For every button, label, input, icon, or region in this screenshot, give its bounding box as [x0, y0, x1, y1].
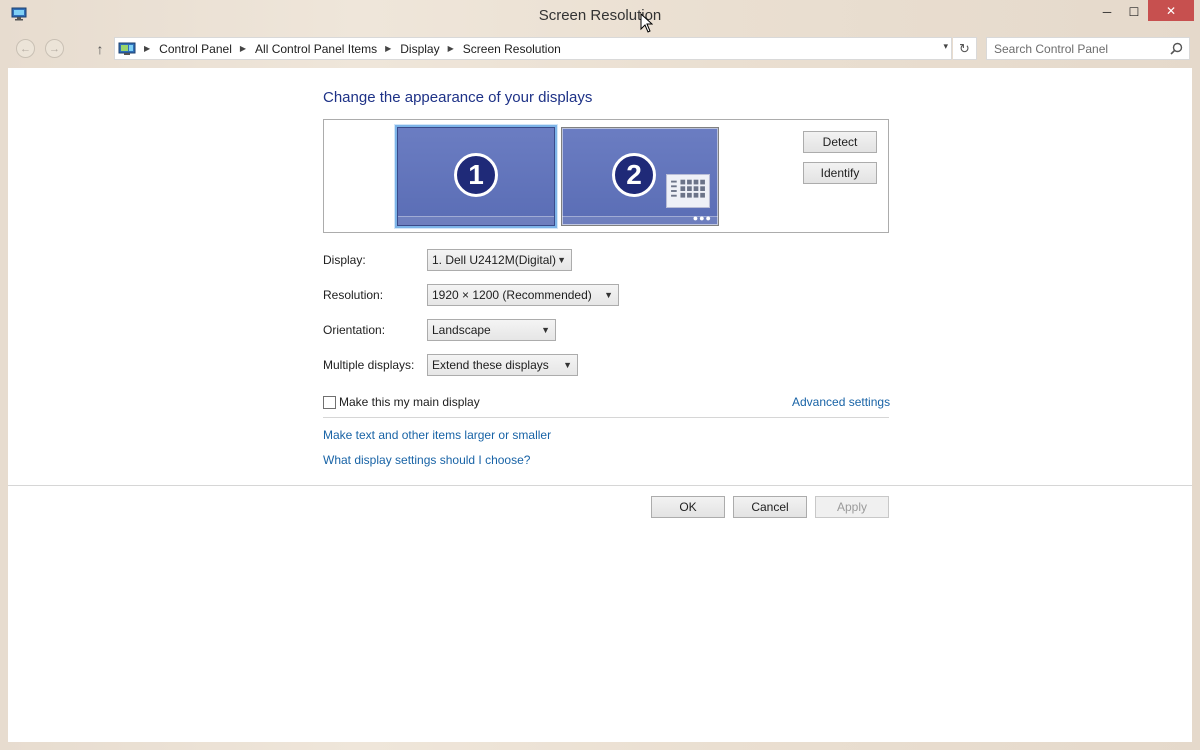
start-grid-icon	[666, 174, 710, 208]
maximize-button[interactable]: ☐	[1121, 0, 1147, 24]
monitor-number-badge: 1	[454, 152, 498, 197]
search-box[interactable]	[986, 37, 1190, 60]
close-icon: ✕	[1165, 3, 1177, 18]
footer-divider	[8, 485, 1192, 486]
minimize-icon: ─	[1102, 5, 1112, 19]
breadcrumb-all-items[interactable]: All Control Panel Items	[255, 42, 377, 56]
resolution-select[interactable]: 1920 × 1200 (Recommended) ▼	[427, 284, 619, 306]
search-icon[interactable]	[1170, 42, 1183, 55]
chevron-down-icon: ▼	[541, 325, 550, 335]
multiple-displays-select-value: Extend these displays	[432, 358, 549, 372]
breadcrumb-control-panel[interactable]: Control Panel	[159, 42, 232, 56]
main-display-checkbox-label[interactable]: Make this my main display	[339, 395, 480, 409]
up-arrow-icon: ↑	[96, 41, 104, 57]
refresh-button[interactable]: ↻	[953, 37, 977, 60]
chevron-down-icon: ▼	[604, 290, 613, 300]
monitor-1-tile[interactable]: 1	[395, 125, 557, 228]
resolution-select-value: 1920 × 1200 (Recommended)	[432, 288, 592, 302]
multiple-displays-select[interactable]: Extend these displays ▼	[427, 354, 578, 376]
ok-button[interactable]: OK	[651, 496, 725, 518]
screen-resolution-window: Screen Resolution ─ ☐ ✕ ← → ↑ ▶ Control …	[0, 0, 1200, 750]
up-button[interactable]: ↑	[92, 40, 108, 58]
title-bar: Screen Resolution ─ ☐ ✕	[0, 0, 1200, 33]
monitor-taskbar	[398, 216, 554, 225]
breadcrumb-separator-icon[interactable]: ▶	[240, 44, 246, 53]
display-select-value: 1. Dell U2412M(Digital)	[432, 253, 557, 267]
close-button[interactable]: ✕	[1148, 0, 1194, 21]
detect-button[interactable]: Detect	[803, 131, 877, 153]
multiple-displays-label: Multiple displays:	[323, 358, 415, 372]
more-dots-icon: ●●●	[692, 213, 712, 223]
breadcrumb-screen-resolution[interactable]: Screen Resolution	[463, 42, 561, 56]
orientation-select[interactable]: Landscape ▼	[427, 319, 556, 341]
back-arrow-icon: ←	[20, 42, 31, 55]
advanced-settings-link[interactable]: Advanced settings	[792, 395, 890, 409]
text-size-link[interactable]: Make text and other items larger or smal…	[323, 428, 551, 442]
address-dropdown-icon[interactable]: ▾	[943, 41, 948, 52]
content-pane: Change the appearance of your displays 1…	[8, 68, 1192, 742]
cancel-button[interactable]: Cancel	[733, 496, 807, 518]
page-heading: Change the appearance of your displays	[323, 89, 593, 106]
breadcrumb-display[interactable]: Display	[400, 42, 439, 56]
identify-button[interactable]: Identify	[803, 162, 877, 184]
orientation-label: Orientation:	[323, 323, 386, 337]
forward-arrow-icon: →	[49, 42, 60, 55]
search-input[interactable]	[987, 38, 1157, 59]
main-display-checkbox[interactable]	[323, 396, 336, 409]
mouse-cursor-icon	[640, 13, 653, 33]
refresh-icon: ↻	[959, 40, 970, 56]
divider	[323, 417, 889, 418]
window-title: Screen Resolution	[538, 7, 662, 24]
control-panel-icon	[118, 42, 136, 55]
display-arrangement-panel: 1 2 ●●● Detect Identify	[323, 119, 889, 233]
resolution-label: Resolution:	[323, 288, 384, 302]
chevron-down-icon: ▼	[557, 255, 566, 265]
orientation-select-value: Landscape	[432, 323, 491, 337]
display-label: Display:	[323, 253, 366, 267]
address-bar[interactable]: ▶ Control Panel ▶ All Control Panel Item…	[114, 37, 952, 60]
monitor-number-badge: 2	[612, 152, 656, 197]
forward-button[interactable]: →	[45, 39, 64, 58]
minimize-button[interactable]: ─	[1094, 0, 1120, 24]
chevron-down-icon: ▼	[563, 360, 572, 370]
navigation-bar: ← → ↑ ▶ Control Panel ▶ All Control Pane…	[0, 36, 1200, 62]
monitor-2-tile[interactable]: 2 ●●●	[561, 127, 719, 226]
display-select[interactable]: 1. Dell U2412M(Digital) ▼	[427, 249, 572, 271]
apply-button[interactable]: Apply	[815, 496, 889, 518]
maximize-icon: ☐	[1128, 5, 1140, 19]
breadcrumb-separator-icon[interactable]: ▶	[385, 44, 391, 53]
breadcrumb-separator-icon: ▶	[144, 44, 151, 53]
breadcrumb-separator-icon[interactable]: ▶	[448, 44, 454, 53]
display-settings-help-link[interactable]: What display settings should I choose?	[323, 453, 530, 467]
back-button[interactable]: ←	[16, 39, 35, 58]
